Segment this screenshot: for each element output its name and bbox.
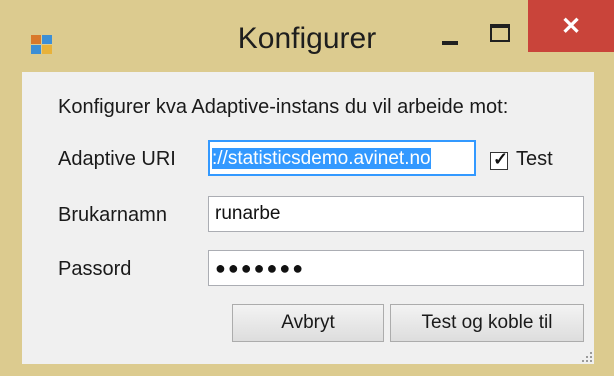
- password-input[interactable]: ●●●●●●●: [208, 250, 584, 286]
- username-input[interactable]: runarbe: [208, 196, 584, 232]
- uri-input-value: ://statisticsdemo.avinet.no: [212, 148, 431, 169]
- test-connect-button[interactable]: Test og koble til: [390, 304, 584, 342]
- password-label: Passord: [58, 258, 132, 280]
- check-icon: ✓: [493, 149, 509, 169]
- dialog-body: Konfigurer kva Adaptive-instans du vil a…: [22, 72, 594, 364]
- test-checkbox[interactable]: ✓: [490, 149, 508, 170]
- maximize-button[interactable]: [474, 10, 524, 56]
- username-label: Brukarnamn: [58, 204, 167, 226]
- uri-input[interactable]: ://statisticsdemo.avinet.no: [208, 140, 476, 176]
- minimize-button[interactable]: [424, 10, 474, 56]
- instructions-text: Konfigurer kva Adaptive-instans du vil a…: [58, 96, 509, 118]
- username-input-value: runarbe: [215, 203, 281, 224]
- close-icon: ✕: [560, 12, 582, 40]
- resize-grip-icon[interactable]: [580, 352, 594, 364]
- test-label: Test: [516, 148, 553, 170]
- config-window: Konfigurer ✕ Konfigurer kva Adaptive-ins…: [0, 0, 614, 376]
- close-button[interactable]: ✕: [528, 0, 614, 52]
- uri-label: Adaptive URI: [58, 148, 176, 170]
- password-input-value: ●●●●●●●: [215, 258, 306, 278]
- cancel-button[interactable]: Avbryt: [232, 304, 384, 342]
